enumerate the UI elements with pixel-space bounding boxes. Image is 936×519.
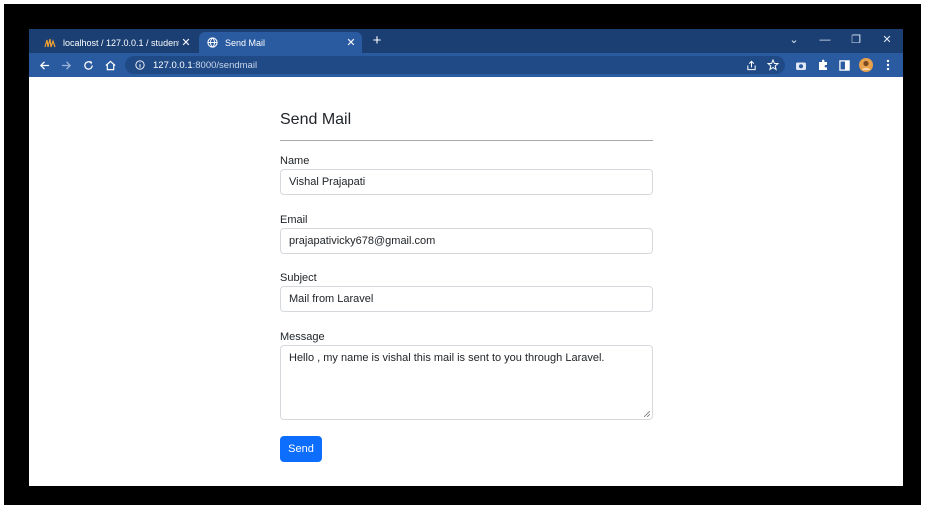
globe-icon [205,36,219,50]
tab-phpmyadmin[interactable]: localhost / 127.0.0.1 / students / ✕ [37,32,197,53]
home-icon[interactable] [102,57,118,73]
reload-icon[interactable] [80,57,96,73]
browser-toolbar: 127.0.0.1:8000/sendmail [29,53,903,77]
forward-icon[interactable] [58,57,74,73]
title-divider [280,140,653,141]
name-label: Name [280,155,310,167]
close-tab-icon[interactable]: ✕ [179,36,193,50]
tab-send-mail[interactable]: Send Mail ✕ [199,32,362,53]
tab-title: Send Mail [225,37,266,48]
close-window-icon[interactable]: ✕ [877,31,897,49]
browser-window: localhost / 127.0.0.1 / students / ✕ Sen… [29,29,903,486]
extensions-puzzle-icon[interactable] [815,57,831,73]
message-label: Message [280,331,325,343]
subject-label: Subject [280,272,317,284]
resize-grip-icon[interactable] [644,411,650,417]
back-icon[interactable] [36,57,52,73]
tab-search-icon[interactable]: ⌄ [784,31,804,49]
message-textarea[interactable]: Hello , my name is vishal this mail is s… [280,345,653,420]
share-icon[interactable] [743,57,759,73]
address-bar[interactable]: 127.0.0.1:8000/sendmail [125,56,785,74]
phpmyadmin-icon [43,36,57,50]
page-title: Send Mail [280,111,352,128]
subject-input[interactable]: Mail from Laravel [280,286,653,312]
name-input[interactable]: Vishal Prajapati [280,169,653,195]
side-panel-icon[interactable] [836,57,852,73]
camera-extension-icon[interactable] [793,57,809,73]
site-info-icon[interactable] [133,58,147,72]
send-button[interactable]: Send [280,436,322,462]
tab-title: localhost / 127.0.0.1 / students / [63,37,179,48]
url-path: :8000/sendmail [192,59,258,71]
screenshot-frame: localhost / 127.0.0.1 / students / ✕ Sen… [4,4,921,505]
tab-strip: localhost / 127.0.0.1 / students / ✕ Sen… [29,29,903,53]
email-input[interactable]: prajapativicky678@gmail.com [280,228,653,254]
menu-kebab-icon[interactable] [880,57,896,73]
minimize-icon[interactable]: — [815,31,835,49]
profile-avatar[interactable] [858,57,874,73]
new-tab-button[interactable]: + [369,33,385,49]
page-content: Send Mail Name Vishal Prajapati Email pr… [29,77,903,486]
restore-icon[interactable]: ❐ [846,31,866,49]
message-text: Hello , my name is vishal this mail is s… [289,352,605,364]
url-host: 127.0.0.1 [153,59,193,71]
email-label: Email [280,214,308,226]
bookmark-star-icon[interactable] [765,57,781,73]
close-tab-icon[interactable]: ✕ [344,36,358,50]
url-text: 127.0.0.1:8000/sendmail [153,60,257,71]
